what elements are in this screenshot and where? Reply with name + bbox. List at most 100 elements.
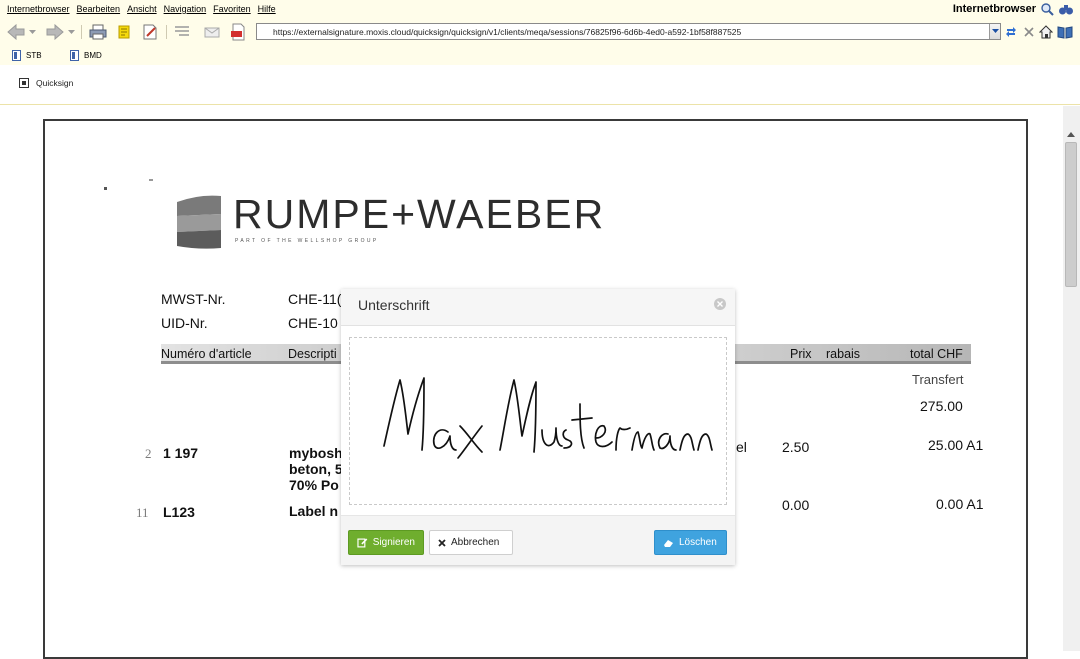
- row-unit: el: [736, 439, 747, 455]
- close-icon: [438, 538, 446, 547]
- stop-button[interactable]: [1021, 22, 1037, 42]
- scroll-up-arrow-icon[interactable]: [1067, 132, 1075, 137]
- row-description: beton, 5: [289, 461, 343, 477]
- pdf-file-icon: [231, 23, 245, 41]
- bookmark-label: BMD: [84, 51, 102, 60]
- page-setup-button[interactable]: [172, 22, 192, 42]
- brand-icons: [1040, 2, 1074, 16]
- address-url: https://externalsignature.moxis.cloud/qu…: [273, 27, 742, 37]
- scrollbar-thumb[interactable]: [1065, 142, 1077, 287]
- uid-value: CHE-10: [288, 315, 338, 331]
- edit-document-button[interactable]: [140, 22, 160, 42]
- row-position: 11: [136, 505, 149, 520]
- dialog-footer: Signieren Abbrechen Löschen: [341, 515, 735, 565]
- bookmarks-bar: STB BMD: [0, 45, 1080, 65]
- sign-button[interactable]: Signieren: [348, 530, 424, 555]
- row-description: 70% Po: [289, 477, 339, 493]
- handwritten-signature: [383, 377, 713, 459]
- address-dropdown-button[interactable]: [989, 24, 1000, 39]
- menu-bearbeiten[interactable]: Bearbeiten: [77, 4, 121, 14]
- uid-label: UID-Nr.: [161, 315, 208, 331]
- arrow-left-icon: [7, 24, 25, 40]
- vertical-scrollbar[interactable]: [1063, 106, 1080, 651]
- bookmark-book-icon: [1057, 26, 1073, 39]
- bookmark-bmd[interactable]: BMD: [70, 50, 102, 61]
- close-icon: [1024, 27, 1034, 37]
- home-button[interactable]: [1038, 22, 1054, 42]
- arrow-right-icon: [46, 24, 64, 40]
- page-setup-icon: [175, 26, 189, 36]
- menu-favoriten[interactable]: Favoriten: [213, 4, 251, 14]
- quicksign-label: Quicksign: [36, 78, 74, 88]
- cancel-button[interactable]: Abbrechen: [429, 530, 513, 555]
- menu-bar: Internetbrowser Bearbeiten Ansicht Navig…: [0, 0, 1080, 19]
- back-history-button[interactable]: [27, 22, 37, 42]
- sign-button-label: Signieren: [372, 537, 415, 548]
- row-price: 2.50: [782, 439, 810, 455]
- menu-list: Internetbrowser Bearbeiten Ansicht Navig…: [7, 4, 276, 14]
- favorites-button[interactable]: [1056, 22, 1074, 42]
- cancel-button-label: Abbrechen: [451, 537, 500, 548]
- signature-pad[interactable]: [349, 337, 727, 505]
- toolbar: https://externalsignature.moxis.cloud/qu…: [0, 19, 1080, 45]
- mail-button[interactable]: [202, 22, 222, 42]
- forward-button[interactable]: [45, 22, 65, 42]
- chevron-down-icon: [991, 29, 999, 33]
- clear-button-label: Löschen: [679, 537, 717, 548]
- app-header: Quicksign: [0, 65, 1080, 105]
- row-description: myboshl: [289, 445, 347, 461]
- notes-button[interactable]: [114, 22, 134, 42]
- row-total: 0.00 A1: [936, 496, 984, 512]
- menu-navigation[interactable]: Navigation: [164, 4, 207, 14]
- home-icon: [1039, 25, 1053, 39]
- bookmark-label: STB: [26, 51, 42, 60]
- transfer-label: Transfert: [912, 372, 964, 387]
- envelope-icon: [204, 27, 220, 38]
- toolbar-divider: [81, 25, 82, 39]
- toolbar-divider: [166, 25, 167, 39]
- column-article: Numéro d'article: [161, 347, 252, 361]
- company-logo-subtitle: PART OF THE WELLSHOP GROUP: [235, 238, 379, 244]
- binoculars-icon[interactable]: [1058, 2, 1074, 16]
- bookmark-file-icon: [70, 50, 79, 61]
- row-description: Label n: [289, 503, 339, 519]
- dialog-header: Unterschrift: [341, 289, 735, 326]
- row-position: 2: [145, 446, 152, 461]
- company-logo-text: RUMPE+WAEBER: [233, 191, 606, 237]
- refresh-icon: [1006, 27, 1016, 37]
- pdf-button[interactable]: [228, 22, 248, 42]
- transfer-value: 275.00: [920, 398, 963, 414]
- mwst-value: CHE-11(: [288, 291, 342, 307]
- column-description: Descripti: [288, 347, 337, 361]
- eraser-icon: [664, 539, 673, 547]
- quicksign-tab[interactable]: Quicksign: [19, 78, 73, 88]
- close-button[interactable]: [714, 298, 726, 310]
- printer-icon: [89, 24, 107, 40]
- clear-button[interactable]: Löschen: [654, 530, 727, 555]
- forward-history-button[interactable]: [66, 22, 76, 42]
- signature-dialog: Unterschrift Signieren Abbrechen Löschen: [341, 289, 735, 565]
- scan-speck: [149, 179, 153, 181]
- chevron-down-icon: [67, 29, 75, 34]
- quicksign-icon: [19, 78, 29, 88]
- back-button[interactable]: [6, 22, 26, 42]
- refresh-button[interactable]: [1003, 22, 1019, 42]
- document-edit-icon: [143, 24, 157, 40]
- row-article: 1 197: [163, 445, 199, 461]
- menu-ansicht[interactable]: Ansicht: [127, 4, 157, 14]
- mwst-label: MWST-Nr.: [161, 291, 226, 307]
- close-icon: [717, 301, 723, 307]
- browser-brand: Internetbrowser: [952, 3, 1036, 15]
- column-price: Prix: [790, 347, 812, 361]
- column-discount: rabais: [826, 347, 861, 361]
- menu-internetbrowser[interactable]: Internetbrowser: [7, 4, 70, 14]
- bookmark-stb[interactable]: STB: [12, 50, 42, 61]
- row-total: 25.00 A1: [928, 437, 984, 453]
- dialog-title: Unterschrift: [358, 297, 430, 313]
- scan-speck: [104, 187, 107, 190]
- print-button[interactable]: [88, 22, 108, 42]
- search-icon[interactable]: [1040, 2, 1056, 16]
- address-bar[interactable]: https://externalsignature.moxis.cloud/qu…: [256, 23, 1001, 40]
- menu-hilfe[interactable]: Hilfe: [258, 4, 276, 14]
- bookmark-file-icon: [12, 50, 21, 61]
